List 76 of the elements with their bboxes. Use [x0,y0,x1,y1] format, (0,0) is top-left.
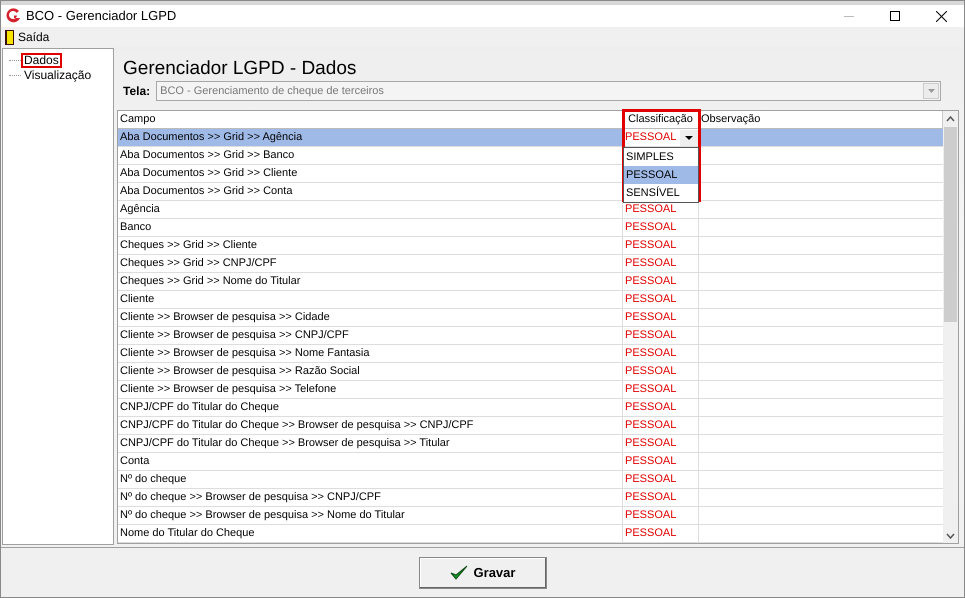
tree-item[interactable]: Dados [21,53,62,68]
field-label: Tela: [123,83,150,100]
maximize-icon [890,11,900,21]
table-cell: Banco [118,219,623,236]
table-cell: CNPJ/CPF do Titular do Cheque >> Browser de pesquisa >> CNPJ/CPF [118,417,623,434]
table-cell-text: PESSOAL [624,328,678,344]
grid-row[interactable]: Agência PESSOAL [118,201,943,219]
grid-row[interactable]: Cliente >> Browser de pesquisa >> Cidade PESSOAL [118,309,943,327]
grid-row[interactable]: Cliente PESSOAL [118,291,943,309]
grid-row[interactable]: Cheques >> Grid >> Nome do Titular PESSOAL [118,273,943,291]
table-cell-text: PESSOAL [624,256,678,272]
grid-row[interactable]: Cheques >> Grid >> CNPJ/CPF PESSOAL [118,255,943,273]
table-cell: Conta [118,453,623,470]
table-cell: Cliente >> Browser de pesquisa >> Nome Fantasia [118,345,623,362]
table-cell-text: PESSOAL [624,292,678,308]
scrollbar[interactable] [943,111,958,543]
app-logo-icon [5,8,21,24]
menu-item[interactable]: Saída [5,28,50,46]
table-cell: Cheques >> Grid >> CNPJ/CPF [118,255,623,272]
column-header[interactable]: Classificação [623,111,699,128]
table-cell-text: PESSOAL [624,508,678,524]
table-cell-text: PESSOAL [624,364,678,380]
grid-row[interactable]: Banco PESSOAL [118,219,943,237]
dropdown-option[interactable]: PESSOAL [624,166,698,184]
table-cell: Cliente >> Browser de pesquisa >> CNPJ/CPF [118,327,623,344]
table-cell-text: PESSOAL [624,310,678,326]
table-cell-text: PESSOAL [624,436,678,452]
page-heading: Gerenciador LGPD - Dados [122,57,358,80]
save-button[interactable]: Gravar [418,556,546,588]
grid-row[interactable]: Nº do cheque PESSOAL [118,471,943,489]
table-cell: Aba Documentos >> Grid >> Agência [118,129,623,146]
table-cell: CNPJ/CPF do Titular do Cheque [118,399,623,416]
table-cell-text: PESSOAL [624,400,678,416]
table-cell-text: PESSOAL [624,220,678,236]
tree-item[interactable]: Visualização [21,68,94,83]
table-cell: Cliente [118,291,623,308]
table-cell: Nº do cheque >> Browser de pesquisa >> CNPJ/CPF [118,489,623,506]
table-cell-text: PESSOAL [624,472,678,488]
grid-row[interactable]: CNPJ/CPF do Titular do Cheque PESSOAL [118,399,943,417]
classification-editor[interactable]: PESSOAL [623,129,698,146]
table-cell-text: PESSOAL [624,274,678,290]
door-icon [5,30,14,44]
grid-row[interactable]: CNPJ/CPF do Titular do Cheque >> Browser de pesquisa >> CNPJ/CPF PESSOAL [118,417,943,435]
table-cell: Cliente >> Browser de pesquisa >> Razão Social [118,363,623,380]
grid-row[interactable]: Nº do cheque >> Browser de pesquisa >> Nome do Titular PESSOAL [118,507,943,525]
table-cell-text: PESSOAL [624,382,678,398]
close-icon [936,10,946,22]
grid-row[interactable]: Nº do cheque >> Browser de pesquisa >> CNPJ/CPF PESSOAL [118,489,943,507]
column-header[interactable]: Campo [118,111,623,128]
checkmark-icon [450,564,468,580]
grid-row[interactable]: Cliente >> Browser de pesquisa >> Telefone PESSOAL [118,381,943,399]
table-cell-text: PESSOAL [624,490,678,506]
table-cell: Nº do cheque [118,471,623,488]
grid-row[interactable]: Cliente >> Browser de pesquisa >> Razão Social PESSOAL [118,363,943,381]
table-cell-text: PESSOAL [624,454,678,470]
grid-row[interactable]: Nome do Titular do Cheque PESSOAL [118,525,943,543]
table-cell: Cliente >> Browser de pesquisa >> Cidade [118,309,623,326]
table-cell: Cheques >> Grid >> Cliente [118,237,623,254]
scrollbar-thumb[interactable] [944,127,957,322]
table-cell-text: PESSOAL [624,238,678,254]
grid-row[interactable]: Cliente >> Browser de pesquisa >> Nome Fantasia PESSOAL [118,345,943,363]
table-cell: CNPJ/CPF do Titular do Cheque >> Browser de pesquisa >> Titular [118,435,623,452]
table-cell-text: PESSOAL [624,418,678,434]
grid-row[interactable]: Conta PESSOAL [118,453,943,471]
grid-row[interactable]: CNPJ/CPF do Titular do Cheque >> Browser de pesquisa >> Titular PESSOAL [118,435,943,453]
window-title: BCO - Gerenciador LGPD [26,7,176,26]
table-cell: Nome do Titular do Cheque [118,525,623,542]
table-cell: Cheques >> Grid >> Nome do Titular [118,273,623,290]
grid-row[interactable]: Cheques >> Grid >> Cliente PESSOAL [118,237,943,255]
table-cell-text: PESSOAL [624,346,678,362]
grid-row[interactable]: Aba Documentos >> Grid >> Agência PESSOAL [118,129,943,147]
table-cell-text: PESSOAL [624,202,678,218]
grid-row[interactable]: Cliente >> Browser de pesquisa >> CNPJ/CPF PESSOAL [118,327,943,345]
table-cell: Cliente >> Browser de pesquisa >> Telefone [118,381,623,398]
table-cell-text: PESSOAL [624,526,678,542]
table-cell: Nº do cheque >> Browser de pesquisa >> Nome do Titular [118,507,623,524]
